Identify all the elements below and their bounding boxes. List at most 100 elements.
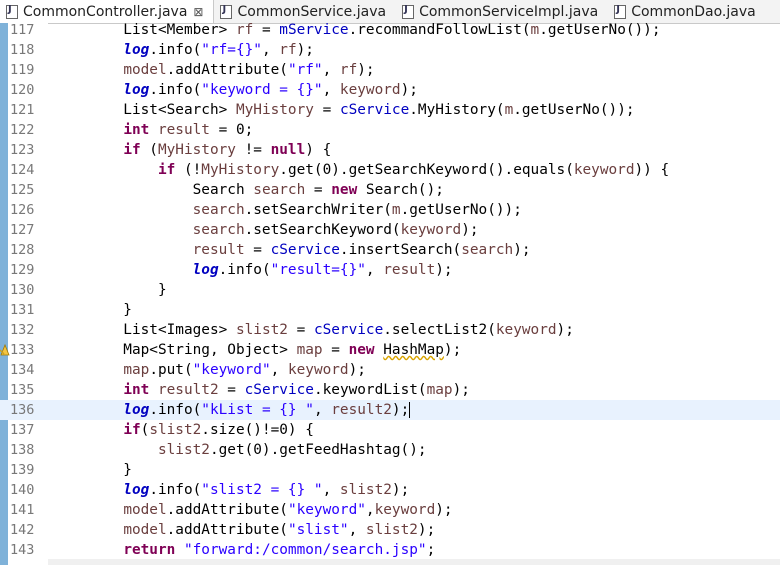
code-line[interactable]: 142 model.addAttribute("slist", slist2); (0, 520, 780, 540)
code-token: "keyword" (192, 362, 271, 378)
code-line[interactable]: 117 List<Member> rf = mService.recommand… (0, 23, 780, 40)
code-line[interactable]: 126 search.setSearchWriter(m.getUserNo()… (0, 200, 780, 220)
line-number: 133 (10, 342, 35, 358)
code-text: map.put("keyword", keyword); (54, 360, 366, 380)
code-token: .put( (149, 362, 193, 378)
code-line[interactable]: 129 log.info("result={}", result); (0, 260, 780, 280)
code-text: log.info("keyword = {}", keyword); (54, 80, 418, 100)
code-token: ); (513, 242, 531, 258)
code-token: , (313, 402, 332, 418)
tab-commonservice[interactable]: CommonService.java (214, 0, 396, 23)
code-token: "keyword = {}" (201, 82, 323, 98)
line-number: 142 (10, 522, 35, 538)
code-line[interactable]: 123 if (MyHistory != null) { (0, 140, 780, 160)
code-token: cService (313, 322, 384, 338)
code-line[interactable]: 139 } (0, 460, 780, 480)
code-token: log (192, 262, 219, 278)
code-line[interactable]: 137 if(slist2.size()!=0) { (0, 420, 780, 440)
code-token: map (426, 382, 453, 398)
code-token: (! (175, 162, 202, 178)
code-line[interactable]: 141 model.addAttribute("keyword",keyword… (0, 500, 780, 520)
horizontal-scrollbar[interactable] (48, 559, 780, 565)
code-token: search (192, 222, 245, 238)
code-token: .size()!=0) { (201, 422, 314, 438)
code-token: Search (54, 182, 254, 198)
line-number: 134 (10, 362, 35, 378)
code-line[interactable]: 130 } (0, 280, 780, 300)
code-token: } (54, 282, 167, 298)
code-token: ); (357, 62, 375, 78)
line-number: 135 (10, 382, 35, 398)
java-file-icon (220, 4, 233, 19)
code-token: ); (400, 82, 418, 98)
code-line[interactable]: 128 result = cService.insertSearch(searc… (0, 240, 780, 260)
code-line[interactable]: 131 } (0, 300, 780, 320)
code-text: } (54, 280, 167, 300)
code-token: != (235, 142, 271, 158)
code-token: map (123, 362, 150, 378)
code-line[interactable]: 133 Map<String, Object> map = new HashMa… (0, 340, 780, 360)
tab-commonserviceimpl[interactable]: CommonServiceImpl.java (396, 0, 608, 23)
code-token: cService (339, 102, 410, 118)
code-token: "slist" (287, 522, 349, 538)
code-line[interactable]: 136 log.info("kList = {} ", result2); (0, 400, 780, 420)
code-line[interactable]: 124 if (!MyHistory.get(0).getSearchKeywo… (0, 160, 780, 180)
code-editor[interactable]: 117 List<Member> rf = mService.recommand… (0, 23, 780, 565)
code-line[interactable]: 120 log.info("keyword = {}", keyword); (0, 80, 780, 100)
code-line[interactable]: 121 List<Search> MyHistory = cService.My… (0, 100, 780, 120)
code-line[interactable]: 138 slist2.get(0).getFeedHashtag(); (0, 440, 780, 460)
line-number: 137 (10, 422, 35, 438)
tab-commoncontroller[interactable]: CommonController.java ⊠ (0, 0, 215, 23)
code-token: slist2 (157, 442, 210, 458)
code-text: log.info("kList = {} ", result2); (54, 400, 411, 420)
code-token: map (296, 342, 323, 358)
code-text: if (MyHistory != null) { (54, 140, 331, 160)
line-number: 124 (10, 162, 35, 178)
code-line[interactable]: 127 search.setSearchKeyword(keyword); (0, 220, 780, 240)
code-token: .addAttribute( (166, 502, 288, 518)
line-number: 127 (10, 222, 35, 238)
code-token: .selectList2( (383, 322, 496, 338)
line-number: 139 (10, 462, 35, 478)
code-token: = (305, 182, 332, 198)
code-token: } (54, 462, 132, 478)
code-token: log (123, 82, 150, 98)
code-line[interactable]: 132 List<Images> slist2 = cService.selec… (0, 320, 780, 340)
code-token: , (322, 82, 340, 98)
code-token: Search(); (357, 182, 444, 198)
code-line[interactable]: 135 int result2 = cService.keywordList(m… (0, 380, 780, 400)
code-token: ); (452, 382, 470, 398)
code-line[interactable]: 134 map.put("keyword", keyword); (0, 360, 780, 380)
code-line[interactable]: 140 log.info("slist2 = {} ", slist2); (0, 480, 780, 500)
close-tab-icon[interactable]: ⊠ (193, 5, 203, 19)
warning-marker-icon[interactable] (0, 342, 10, 356)
code-token: "rf={}" (201, 42, 262, 58)
code-token: .get(0).getSearchKeyword().equals( (279, 162, 574, 178)
code-token: HashMap (383, 342, 444, 358)
tab-label: CommonService.java (237, 3, 387, 20)
code-token: null (270, 142, 306, 158)
line-number: 126 (10, 202, 35, 218)
code-line[interactable]: 143 return "forward:/common/search.jsp"; (0, 540, 780, 560)
code-token: search (192, 202, 245, 218)
code-token: log (123, 482, 150, 498)
code-line[interactable]: 125 Search search = new Search(); (0, 180, 780, 200)
code-line[interactable]: 122 int result = 0; (0, 120, 780, 140)
editor-tab-bar: CommonController.java ⊠ CommonService.java… (0, 0, 780, 24)
java-file-icon (402, 4, 415, 19)
code-token: MyHistory (201, 162, 280, 178)
code-text: log.info("slist2 = {} ", slist2); (54, 480, 409, 500)
line-number: 117 (10, 23, 35, 38)
code-token: slist2 (339, 482, 392, 498)
code-line[interactable]: 118 log.info("rf={}", rf); (0, 40, 780, 60)
code-token: ); (435, 502, 453, 518)
tab-commondao[interactable]: CommonDao.java (608, 0, 766, 23)
code-token: int (123, 382, 150, 398)
code-line[interactable]: 119 model.addAttribute("rf", rf); (0, 60, 780, 80)
line-number: 130 (10, 282, 35, 298)
code-text: List<Images> slist2 = cService.selectLis… (54, 320, 574, 340)
